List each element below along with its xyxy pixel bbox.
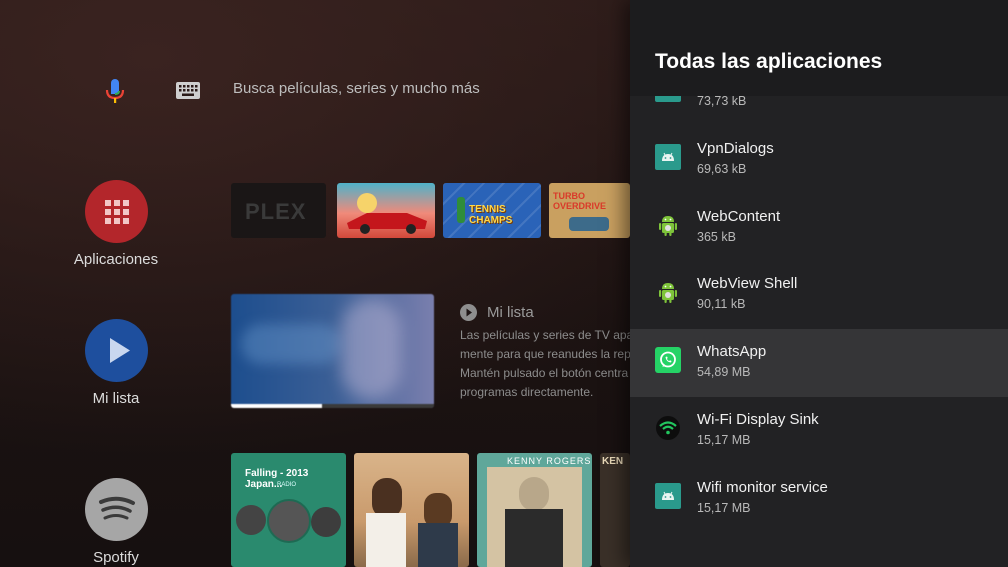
spotify-icon xyxy=(84,478,148,541)
nav-apps-label: Aplicaciones xyxy=(73,251,159,268)
panel-title: Todas las aplicaciones xyxy=(655,50,883,73)
spotify-tile-album-2[interactable] xyxy=(354,453,469,567)
android-box-icon xyxy=(655,483,681,509)
app-list-item[interactable]: VpnDialogs 69,63 kB xyxy=(630,126,1008,194)
nav-watchlist[interactable]: Mi lista xyxy=(66,319,166,407)
spotify-tile-subtitle: RADIO xyxy=(277,482,297,488)
android-robot-icon xyxy=(655,212,681,238)
plex-tile[interactable]: PLEX xyxy=(231,183,326,238)
app-list-item[interactable]: WhatsApp 54,89 MB xyxy=(630,329,1008,397)
app-size: 90,11 kB xyxy=(697,297,746,311)
app-size: 54,89 MB xyxy=(697,365,751,379)
app-size: 365 kB xyxy=(697,230,736,244)
whatsapp-icon xyxy=(655,347,681,373)
keyboard-icon[interactable] xyxy=(176,82,200,99)
app-size: 73,73 kB xyxy=(697,94,747,108)
microphone-icon[interactable] xyxy=(104,78,126,104)
search-input[interactable]: Busca películas, series y mucho más xyxy=(233,80,480,97)
app-size: 15,17 MB xyxy=(697,433,751,447)
nav-apps[interactable]: Aplicaciones xyxy=(66,180,166,268)
play-icon xyxy=(84,319,148,382)
app-list-item[interactable]: WebContent 365 kB xyxy=(630,194,1008,262)
nav-spotify-label: Spotify xyxy=(93,549,139,566)
watchlist-progress-fill xyxy=(231,404,323,408)
app-name: Wifi monitor service xyxy=(697,479,828,496)
app-list-item[interactable]: Wifi monitor service 15,17 MB xyxy=(630,465,1008,533)
apps-grid-icon xyxy=(84,180,148,243)
android-box-icon xyxy=(655,144,681,170)
app-name: WebView Shell xyxy=(697,275,798,292)
app-name: VpnDialogs xyxy=(697,140,774,157)
racing-game-tile[interactable] xyxy=(337,183,435,238)
watchlist-title: Mi lista xyxy=(487,304,534,321)
app-name: Wi-Fi Display Sink xyxy=(697,411,819,428)
android-robot-icon xyxy=(655,279,681,305)
app-size: 15,17 MB xyxy=(697,501,751,515)
all-apps-panel: 73,73 kB VpnDialogs 69,63 kB WebContent 365 … xyxy=(630,0,1008,567)
watchlist-progress-track xyxy=(231,404,434,408)
app-name: WebContent xyxy=(697,208,781,225)
turbo-overdrive-title: TURBO OVERDRIVE xyxy=(553,191,607,211)
app-list-item[interactable]: WebView Shell 90,11 kB xyxy=(630,261,1008,329)
wifi-icon xyxy=(655,415,681,441)
nav-watchlist-label: Mi lista xyxy=(92,390,140,407)
tennis-champs-tile[interactable]: TENNIS CHAMPS xyxy=(443,183,541,238)
spotify-tile-kenny-rogers[interactable]: KENNY ROGERS xyxy=(477,453,592,567)
spotify-tile-partial[interactable]: KEN xyxy=(600,453,630,567)
watchlist-description: Las películas y series de TV apar mente … xyxy=(460,328,630,399)
app-list-item[interactable]: Wi-Fi Display Sink 15,17 MB xyxy=(630,397,1008,465)
panel-header: Todas las aplicaciones xyxy=(630,0,1008,96)
kenny-rogers-title: KENNY ROGERS xyxy=(507,456,592,466)
turbo-overdrive-tile[interactable]: TURBO OVERDRIVE xyxy=(549,183,630,238)
app-size: 69,63 kB xyxy=(697,162,747,176)
tennis-champs-title: TENNIS CHAMPS xyxy=(469,204,513,226)
plex-logo: PLEX xyxy=(245,199,307,224)
app-name: WhatsApp xyxy=(697,343,767,360)
spotify-tile-partial-title: KEN xyxy=(602,456,624,467)
watchlist-preview[interactable] xyxy=(231,294,434,408)
nav-spotify[interactable]: Spotify xyxy=(66,478,166,566)
spotify-tile-falling[interactable]: Falling - 2013 Japan... RADIO xyxy=(231,453,346,567)
play-circle-icon xyxy=(460,304,477,321)
